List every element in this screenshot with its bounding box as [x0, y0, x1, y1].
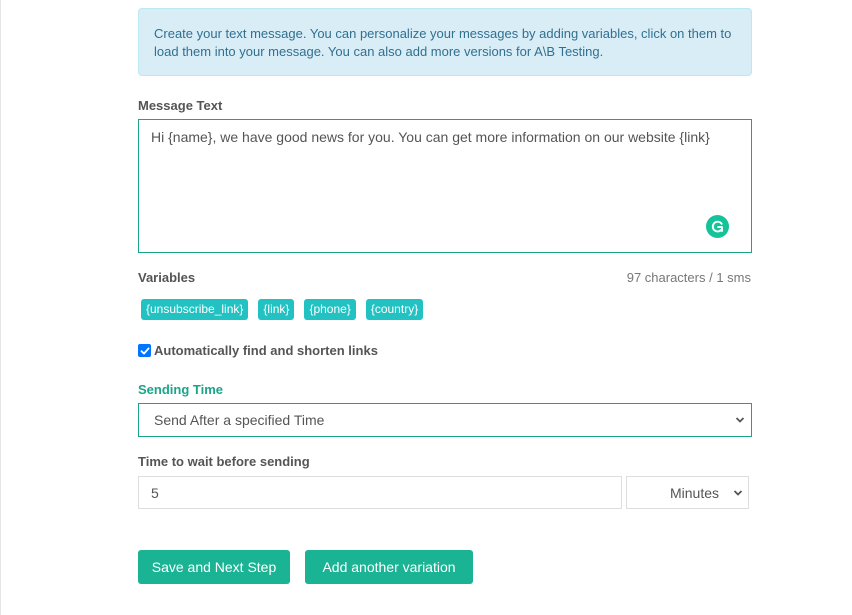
grammarly-icon[interactable]	[706, 215, 729, 238]
add-another-variation-button[interactable]: Add another variation	[305, 550, 473, 584]
sending-time-label: Sending Time	[138, 382, 223, 397]
sending-time-select[interactable]: Send After a specified Time	[138, 403, 752, 437]
shorten-links-row: Automatically find and shorten links	[138, 343, 378, 358]
wait-time-unit-value: Minutes	[670, 484, 720, 501]
variables-label: Variables	[138, 270, 196, 285]
variables-list: {unsubscribe_link} {link} {phone} {count…	[141, 299, 424, 320]
variable-chip-country[interactable]: {country}	[365, 299, 424, 320]
variable-chip-unsubscribe-link[interactable]: {unsubscribe_link}	[141, 299, 249, 320]
variable-chip-link[interactable]: {link}	[258, 299, 295, 320]
chevron-down-icon	[733, 489, 743, 496]
shorten-links-label[interactable]: Automatically find and shorten links	[154, 343, 378, 358]
chevron-down-icon	[735, 417, 745, 423]
message-step-page: Create your text message. You can person…	[0, 0, 852, 615]
checkmark-icon	[140, 347, 149, 354]
save-and-next-step-button[interactable]: Save and Next Step	[138, 550, 290, 584]
variable-chip-phone[interactable]: {phone}	[304, 299, 356, 320]
sending-time-selected-value: Send After a specified Time	[154, 412, 325, 428]
wait-time-unit-select[interactable]: Minutes	[626, 476, 749, 509]
info-alert: Create your text message. You can person…	[138, 8, 752, 76]
wait-time-input[interactable]: 5	[138, 476, 622, 509]
character-count: 97 characters / 1 sms	[626, 270, 751, 285]
grammarly-g-glyph	[711, 220, 723, 233]
wait-time-label: Time to wait before sending	[138, 454, 310, 469]
shorten-links-checkbox[interactable]	[138, 344, 151, 357]
wait-time-value: 5	[151, 484, 159, 501]
info-alert-text: Create your text message. You can person…	[154, 26, 732, 59]
message-text-input[interactable]: Hi {name}, we have good news for you. Yo…	[138, 119, 752, 253]
message-text-label: Message Text	[138, 98, 223, 113]
